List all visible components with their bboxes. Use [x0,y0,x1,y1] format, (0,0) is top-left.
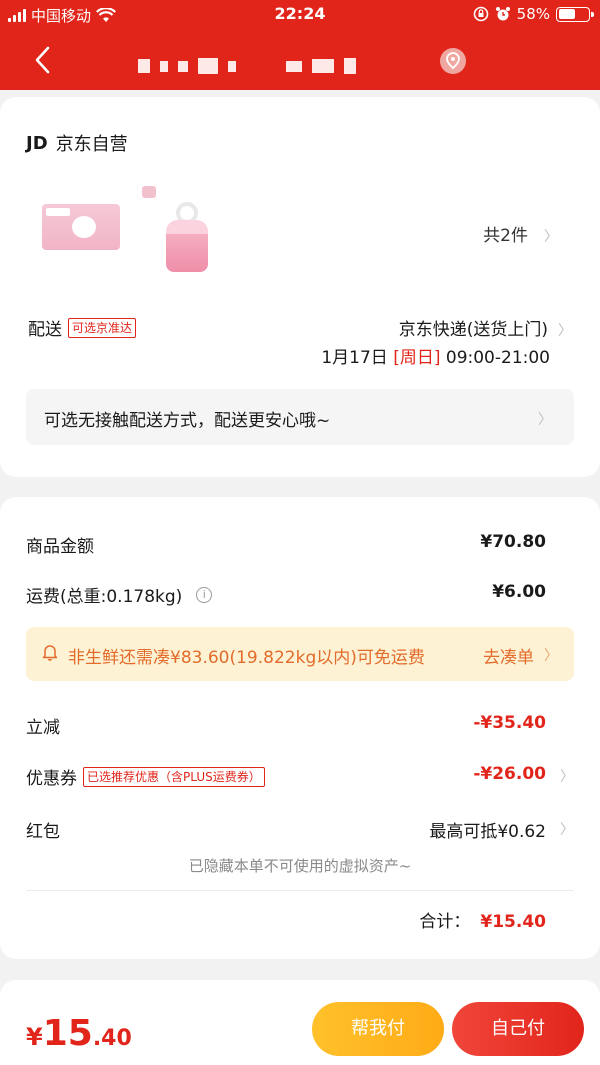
product-image-cream-jar[interactable] [164,202,210,274]
delivery-tag: 可选京准达 [68,317,137,338]
nav-bar [0,30,600,90]
contactless-delivery-notice[interactable]: 可选无接触配送方式，配送更安心哦~ 〉 [26,389,574,445]
delivery-weekday: [周日] [393,348,441,368]
freight-value: ¥6.00 [492,582,546,602]
amount-decimal: .40 [92,1026,132,1051]
payable-amount: ¥15.40 [26,1013,132,1054]
chevron-right-icon: 〉 [560,822,574,838]
total-label: 合计： [419,912,471,932]
free-shipping-tip[interactable]: 非生鲜还需凑¥83.60(19.822kg以内)可免运费 去凑单 〉 [26,627,574,681]
goods-amount-value: ¥70.80 [480,532,546,552]
delivery-window: 09:00-21:00 [445,348,550,368]
info-icon[interactable]: i [196,586,213,603]
red-packet-value: 最高可抵¥0.62 [429,822,546,842]
delivery-time: 1月17日 [周日] 09:00-21:00 [321,343,550,368]
obscured-address [138,58,356,74]
battery-fill [558,9,576,19]
product-image-wipes[interactable] [42,204,120,250]
product-count[interactable]: 共2件〉 [483,221,558,246]
delivery-label: 配送 [28,320,62,340]
delivery-date: 1月17日 [321,348,388,368]
chevron-right-icon: 〉 [538,412,552,428]
currency-symbol: ¥ [26,1023,43,1051]
store-header: JD 京东自营 [26,130,128,156]
add-items-link[interactable]: 去凑单 [483,643,534,668]
coupon-tag: 已选推荐优惠（含PLUS运费券） [83,766,265,787]
coupon-row[interactable]: 优惠券 已选推荐优惠（含PLUS运费券） -¥26.00 〉 [26,764,574,789]
freight-label-group: 运费(总重:0.178kg) i [26,582,213,607]
instant-discount-label: 立减 [26,718,60,738]
jd-logo: JD [26,132,48,154]
battery-icon [556,6,594,22]
pay-myself-button[interactable]: 自己付 [452,1002,584,1056]
chevron-right-icon: 〉 [560,769,574,785]
goods-amount-label: 商品金额 [26,537,94,557]
coupon-label: 优惠券 [26,769,77,789]
top-bar: 中国移动 22:24 58% [0,0,600,90]
instant-discount-value: -¥35.40 [473,713,546,733]
product-mini-badge [142,186,156,198]
hidden-assets-toggle[interactable]: 已隐藏本单不可使用的虚拟资产~ [0,855,600,876]
chevron-right-icon: 〉 [544,229,558,245]
product-count-label: 共2件 [483,226,528,246]
location-pin-icon[interactable] [440,48,466,74]
chevron-right-icon: 〉 [558,323,572,339]
free-shipping-tip-text: 非生鲜还需凑¥83.60(19.822kg以内)可免运费 [68,648,425,668]
red-packet-row[interactable]: 红包 最高可抵¥0.62 〉 [26,817,574,842]
delivery-label-group: 配送 可选京准达 [28,315,137,340]
coupon-label-group: 优惠券 已选推荐优惠（含PLUS运费券） [26,764,265,789]
goods-amount-row: 商品金额 ¥70.80 [26,532,574,557]
total-value: ¥15.40 [480,912,546,932]
freight-row: 运费(总重:0.178kg) i ¥6.00 [26,582,574,607]
chevron-left-icon[interactable] [28,42,58,78]
divider [26,890,574,891]
coupon-value: -¥26.00 [473,764,546,784]
rotation-lock-icon [473,6,488,22]
red-packet-label: 红包 [26,822,60,842]
instant-discount-row: 立减 -¥35.40 [26,713,574,738]
ask-friend-pay-button[interactable]: 帮我付 [312,1002,444,1056]
delivery-method-label: 京东快递(送货上门) [398,320,548,340]
order-total: 合计： ¥15.40 [419,907,546,932]
freight-label: 运费(总重:0.178kg) [26,587,183,607]
contactless-notice-text: 可选无接触配送方式，配送更安心哦~ [44,411,331,431]
status-right: 58% [473,5,594,23]
battery-percent: 58% [516,5,550,23]
bell-icon [42,645,58,661]
alarm-icon [495,7,510,21]
delivery-method[interactable]: 京东快递(送货上门) 〉 [399,315,572,340]
order-items-card: JD 京东自营 共2件〉 配送 可选京准达 京东快递(送货上门) 〉 1月17日 … [0,97,600,477]
price-summary-card: 商品金额 ¥70.80 运费(总重:0.178kg) i ¥6.00 非生鲜还需… [0,497,600,959]
chevron-right-icon: 〉 [544,648,558,664]
status-bar: 中国移动 22:24 58% [0,0,600,30]
amount-integer: 15 [42,1013,93,1054]
store-name: 京东自营 [55,134,128,155]
pay-bar: ¥15.40 帮我付 自己付 [0,980,600,1065]
